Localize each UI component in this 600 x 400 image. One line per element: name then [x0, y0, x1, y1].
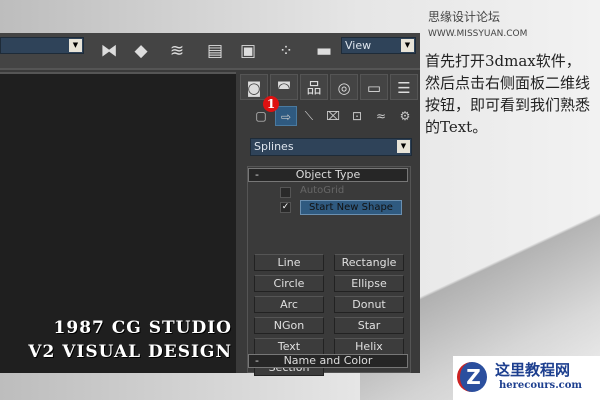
space-warps-icon[interactable]: ≈ [370, 106, 392, 126]
chevron-down-icon: ▼ [69, 39, 82, 52]
text-button[interactable]: Text [254, 338, 324, 355]
logo-z-icon: Z [457, 362, 487, 392]
systems-icon[interactable]: ⚙ [394, 106, 416, 126]
tab-hierarchy[interactable]: 品 [300, 74, 328, 100]
start-new-shape-label[interactable]: Start New Shape [300, 200, 402, 215]
selection-set-dropdown[interactable]: ▼ [0, 37, 84, 54]
material-editor-icon[interactable]: ⁘ [273, 38, 299, 64]
chevron-down-icon: ▼ [401, 39, 414, 52]
view-dropdown[interactable]: View ▼ [341, 37, 416, 54]
tab-utilities[interactable]: ☰ [390, 74, 418, 100]
render-setup-icon[interactable]: ▬ [311, 38, 337, 64]
name-and-color-header[interactable]: - Name and Color [248, 354, 408, 368]
tab-motion[interactable]: ◎ [330, 74, 358, 100]
autogrid-checkbox[interactable] [280, 187, 291, 198]
align-icon[interactable]: ◆ [128, 38, 154, 64]
site-header: 思缘设计论坛 WWW.MISSYUAN.COM [428, 8, 600, 39]
tutorial-description: 首先打开3dmax软件，然后点击右侧面板二维线按钮，即可看到我们熟悉的Text。 [425, 52, 591, 136]
ellipse-button[interactable]: Ellipse [334, 275, 404, 292]
logo-name: 这里教程网 [495, 361, 571, 379]
helpers-icon[interactable]: ⊡ [346, 106, 368, 126]
site-logo: Z 这里教程网 herecours.com [453, 356, 600, 400]
3dsmax-window: ▼ ⧓ ◆ ≋ ▤ ▣ ⁘ ▬ View ▼ 1987 CG STUDIO V2 … [0, 33, 420, 376]
rectangle-button[interactable]: Rectangle [334, 254, 404, 271]
site-url: WWW.MISSYUAN.COM [428, 29, 528, 39]
layers-icon[interactable]: ≋ [164, 38, 190, 64]
category-dropdown[interactable]: Splines ▼ [250, 138, 412, 156]
circle-button[interactable]: Circle [254, 275, 324, 292]
viewport[interactable]: 1987 CG STUDIO V2 VISUAL DESIGN [0, 72, 236, 373]
star-button[interactable]: Star [334, 317, 404, 334]
autogrid-label: AutoGrid [300, 185, 345, 196]
cameras-icon[interactable]: ⌧ [322, 106, 344, 126]
chevron-down-icon: ▼ [397, 140, 410, 153]
helix-button[interactable]: Helix [334, 338, 404, 355]
watermark-line2: V2 VISUAL DESIGN [28, 342, 232, 362]
curve-editor-icon[interactable]: ▤ [202, 38, 228, 64]
lights-icon[interactable]: ⟍ [298, 106, 320, 126]
object-type-header[interactable]: - Object Type [248, 168, 408, 182]
donut-button[interactable]: Donut [334, 296, 404, 313]
ngon-button[interactable]: NGon [254, 317, 324, 334]
tab-create[interactable]: ◙ [240, 74, 268, 100]
step-callout: 1 [263, 96, 279, 112]
schematic-view-icon[interactable]: ▣ [235, 38, 261, 64]
shapes-icon[interactable]: ⇨ [275, 106, 297, 126]
site-name: 思缘设计论坛 [428, 10, 501, 24]
tab-display[interactable]: ▭ [360, 74, 388, 100]
command-panel: ◙ ◚ 品 ◎ ▭ ☰ ▢ ⇨ 1 ⟍ ⌧ ⊡ ≈ ⚙ Splines ▼ - Ob… [238, 72, 420, 376]
mirror-icon[interactable]: ⧓ [96, 38, 122, 64]
logo-url: herecours.com [499, 380, 583, 391]
arc-button[interactable]: Arc [254, 296, 324, 313]
line-button[interactable]: Line [254, 254, 324, 271]
watermark-line1: 1987 CG STUDIO [53, 318, 232, 338]
main-toolbar: ▼ ⧓ ◆ ≋ ▤ ▣ ⁘ ▬ View ▼ [0, 33, 420, 70]
start-new-shape-checkbox[interactable]: ✓ [280, 202, 291, 213]
